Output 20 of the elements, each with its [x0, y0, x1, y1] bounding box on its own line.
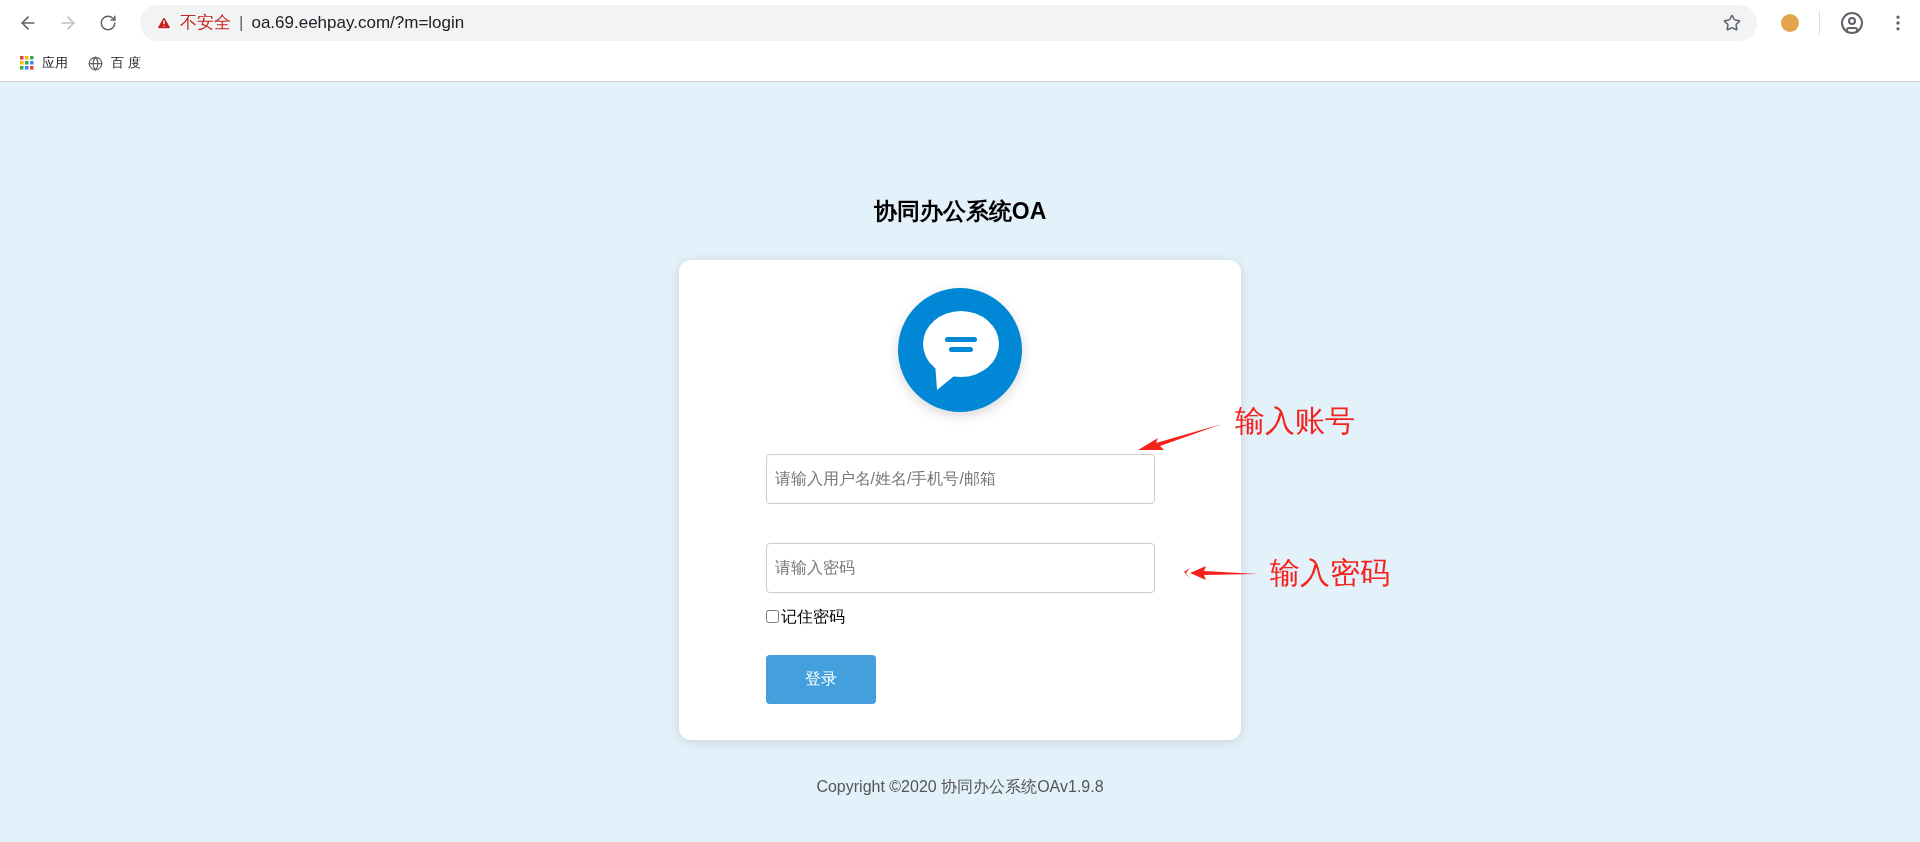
- remember-checkbox[interactable]: [765, 610, 779, 623]
- url-text: oa.69.eehpay.com/?m=login: [251, 11, 465, 34]
- page-title: 协同办公系统OA: [873, 197, 1047, 226]
- bookmark-item[interactable]: 应用: [20, 53, 68, 73]
- bookmark-item[interactable]: 百 度: [88, 53, 141, 73]
- reload-icon[interactable]: [99, 13, 117, 32]
- username-field[interactable]: 请输入用户名/姓名/手机号/邮箱: [765, 453, 1155, 504]
- apps-grid-icon: [20, 56, 34, 70]
- bookmark-star-icon[interactable]: [1723, 13, 1741, 32]
- globe-icon: [88, 55, 103, 71]
- profile-icon[interactable]: [1840, 10, 1864, 35]
- annotation-text: 输入密码: [1270, 555, 1390, 591]
- copyright-text: Copyright ©2020 协同办公系统OAv1.9.8: [816, 776, 1104, 797]
- password-field[interactable]: 请输入密码: [765, 542, 1155, 593]
- remember-label: 记住密码: [780, 606, 845, 627]
- separator: |: [239, 11, 244, 34]
- warning-icon: [156, 14, 172, 31]
- annotation-text: 输入账号: [1235, 403, 1355, 439]
- address-bar[interactable]: 不安全 | oa.69.eehpay.com/?m=login: [140, 4, 1757, 41]
- security-label: 不安全: [180, 11, 231, 34]
